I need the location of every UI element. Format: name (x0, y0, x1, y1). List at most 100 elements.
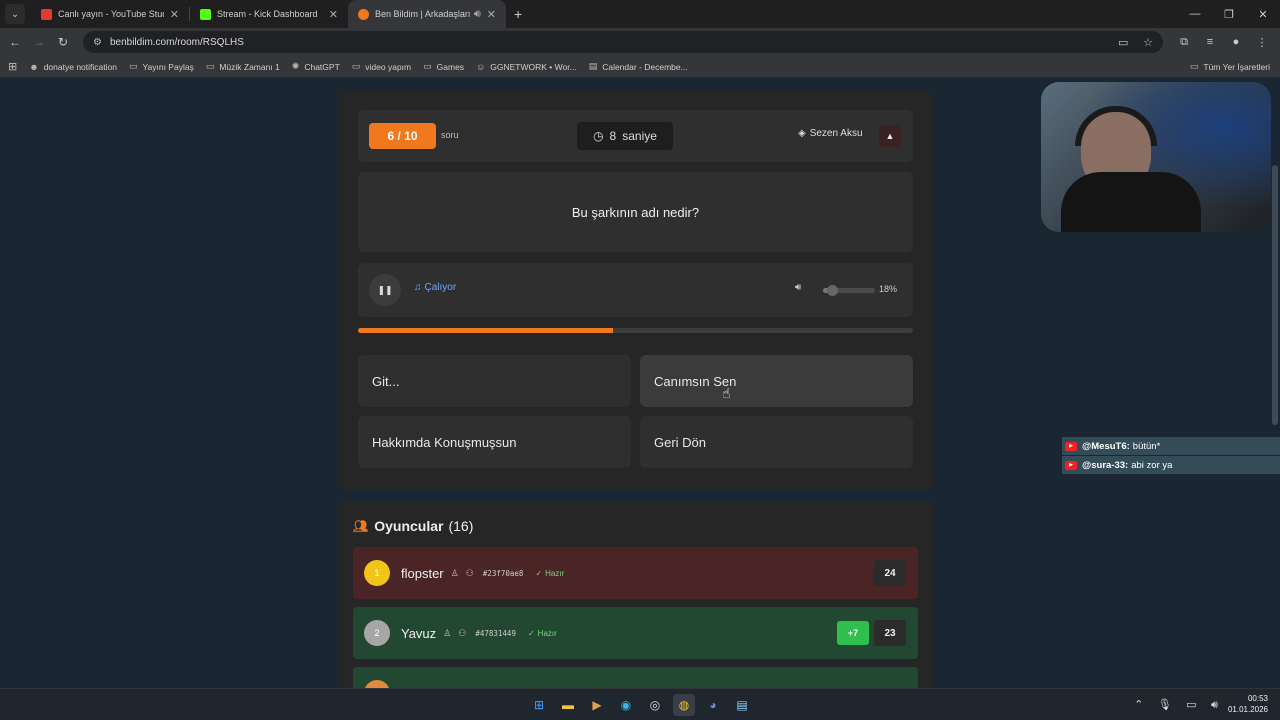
apps-grid-icon[interactable]: ⊞ (8, 60, 17, 73)
bookmark-calendar[interactable]: ▤ Calendar - Decembe... (589, 61, 688, 72)
player-name: Yavuz (401, 625, 437, 641)
ready-status: ✓ Hazır (527, 628, 557, 638)
bookmark-muzik-zamani[interactable]: ▭ Müzik Zamanı 1 (206, 61, 280, 72)
question-text: Bu şarkının adı nedir? (571, 204, 700, 220)
forward-button[interactable]: → (27, 35, 51, 49)
address-bar-row: ← → ↻ ⚙ benbildim.com/room/RSQLHS ▭ ☆ ⧉ … (0, 28, 1280, 56)
extensions-icon[interactable]: ⧉ (1171, 36, 1197, 49)
volume-slider[interactable] (823, 285, 875, 296)
url-input[interactable]: ⚙ benbildim.com/room/RSQLHS ▭ ☆ (83, 31, 1163, 53)
volume-icon[interactable]: 🔊︎ (795, 282, 801, 293)
window-controls: — ❐ ✕ (1178, 0, 1280, 28)
bookmark-yayini-paylas[interactable]: ▭ Yayını Paylaş (129, 61, 194, 72)
media-player-icon[interactable]: ▶ (586, 694, 608, 716)
close-icon[interactable]: ✕ (487, 8, 496, 21)
tab-kick-dashboard[interactable]: Stream - Kick Dashboard ✕ (190, 0, 348, 28)
answer-option-3[interactable]: Hakkımda Konuşmuşsun (358, 416, 631, 468)
hand-cursor-icon: ☝ (722, 385, 731, 401)
all-bookmarks[interactable]: ▭ Tüm Yer İşaretleri (1190, 61, 1270, 72)
song-progress-fill (358, 328, 614, 333)
clock-icon: ◷ (593, 129, 604, 143)
notepad-icon[interactable]: ▤ (731, 694, 753, 716)
pause-button[interactable]: ❚❚ (369, 274, 401, 306)
site-info-icon[interactable]: ⚙ (93, 37, 102, 48)
kick-icon (200, 8, 211, 20)
close-window-button[interactable]: ✕ (1246, 0, 1280, 28)
bookmark-star-icon[interactable]: ☆ (1143, 37, 1153, 49)
youtube-icon (41, 8, 52, 20)
minimize-button[interactable]: — (1178, 0, 1212, 28)
file-explorer-icon[interactable]: ▬ (557, 694, 579, 716)
network-icon[interactable]: ▭ (1186, 699, 1196, 711)
page-content: 6 / 10 soru ◷ 8 saniye ◈ Sezen Aksu ▲ Bu… (0, 80, 1280, 688)
playing-status: ♫ Çalıyor (414, 282, 457, 293)
speaker-icon[interactable]: 🔊︎ (474, 8, 481, 21)
new-tab-button[interactable]: + (514, 6, 522, 22)
game-header: 6 / 10 soru ◷ 8 saniye ◈ Sezen Aksu ▲ (358, 110, 913, 162)
players-count: (16) (448, 518, 474, 534)
cast-icon[interactable]: ▭ (1118, 37, 1128, 49)
question-box: Bu şarkının adı nedir? (358, 172, 913, 252)
rank-badge: 1 (364, 560, 390, 586)
youtube-icon: ▶ (1065, 441, 1077, 451)
bookmark-chatgpt[interactable]: ✺ ChatGPT (292, 61, 340, 72)
url-text: benbildim.com/room/RSQLHS (109, 36, 244, 48)
close-icon[interactable]: ✕ (329, 8, 338, 21)
clock-date: 01.01.2026 (1227, 705, 1268, 714)
folder-icon: ▭ (351, 61, 361, 71)
chevron-up-icon[interactable]: ⌃ (1134, 699, 1143, 711)
music-note-icon: ♫ (414, 282, 422, 293)
folder-icon: ▭ (205, 61, 215, 71)
bookmark-games[interactable]: ▭ Games (423, 61, 464, 72)
player-score: 24 (874, 560, 906, 586)
folder-icon: ▭ (423, 61, 432, 71)
obs-icon[interactable]: ◎ (644, 694, 666, 716)
tab-youtube-studio[interactable]: Canlı yayın - YouTube Studio ✕ (31, 0, 189, 28)
edge-icon[interactable]: ◉ (615, 694, 637, 716)
media-control-icon[interactable]: ≡ (1197, 36, 1223, 49)
start-icon[interactable]: ⊞ (528, 694, 550, 716)
microphone-icon[interactable]: 🎙︎ (1158, 699, 1172, 711)
tab-search-button[interactable]: ⌄ (5, 4, 25, 24)
chat-overlay: ▶ @MesuT6: bütün* ▶ @sura-33: abi zor ya (1062, 437, 1280, 475)
tab-strip: ⌄ Canlı yayın - YouTube Studio ✕ Stream … (0, 0, 1280, 28)
player-score: 23 (874, 620, 906, 646)
question-unit-label: soru (441, 130, 459, 140)
bookmark-ggnetwork[interactable]: ☺ GGNETWORK • Wor... (476, 62, 577, 72)
back-button[interactable]: ← (3, 35, 27, 49)
players-heading: 👥︎ Oyuncular (16) (353, 518, 474, 534)
add-friend-icon[interactable]: ⚇ (458, 628, 466, 639)
discord-icon[interactable]: ◕ (702, 694, 724, 716)
page-scrollbar[interactable] (1272, 165, 1278, 425)
bookmark-video-yapim[interactable]: ▭ video yapım (352, 61, 411, 72)
close-icon[interactable]: ✕ (170, 8, 179, 21)
maximize-button[interactable]: ❐ (1212, 0, 1246, 28)
folder-icon: ▭ (128, 61, 138, 71)
pause-icon: ❚❚ (377, 284, 393, 295)
profile-avatar[interactable]: ● (1223, 36, 1249, 49)
windows-taskbar: ⊞ ▬ ▶ ◉ ◎ ◍ ◕ ▤ ⌃ 🎙︎ ▭ 🔊︎ 00:53 01.01.20… (0, 688, 1280, 720)
add-friend-icon[interactable]: ⚇ (466, 568, 474, 579)
tag-icon: ◈ (798, 128, 806, 139)
answer-option-1[interactable]: Git... (358, 355, 631, 407)
question-counter-badge: 6 / 10 (369, 123, 436, 149)
report-button[interactable]: ▲ (879, 125, 901, 147)
volume-icon[interactable]: 🔊︎ (1211, 699, 1218, 711)
gg-icon: ☺ (476, 61, 486, 72)
timer: ◷ 8 saniye (577, 122, 673, 150)
volume-percent: 18% (879, 284, 898, 294)
tab-ben-bildim[interactable]: Ben Bildim | Arkadaşlarınla 🔊︎ ✕ (348, 0, 506, 28)
volume-thumb[interactable] (827, 285, 839, 296)
clock[interactable]: 00:53 01.01.2026 (1228, 693, 1268, 715)
chrome-icon[interactable]: ◍ (673, 694, 695, 716)
reload-button[interactable]: ↻ (51, 35, 75, 49)
youtube-icon: ▶ (1065, 460, 1077, 470)
answer-option-2[interactable]: Canımsın Sen (640, 355, 913, 407)
artist-name: Sezen Aksu (809, 128, 863, 139)
more-menu-icon[interactable]: ⋮ (1249, 36, 1275, 49)
chatgpt-icon: ✺ (291, 61, 300, 71)
song-progress-bar (358, 328, 913, 333)
bookmarks-bar: ⊞ ☻ donatye notification ▭ Yayını Paylaş ▭… (0, 56, 1280, 78)
answer-option-4[interactable]: Geri Dön (640, 416, 913, 468)
bookmark-donatye[interactable]: ☻ donatye notification (29, 62, 117, 72)
